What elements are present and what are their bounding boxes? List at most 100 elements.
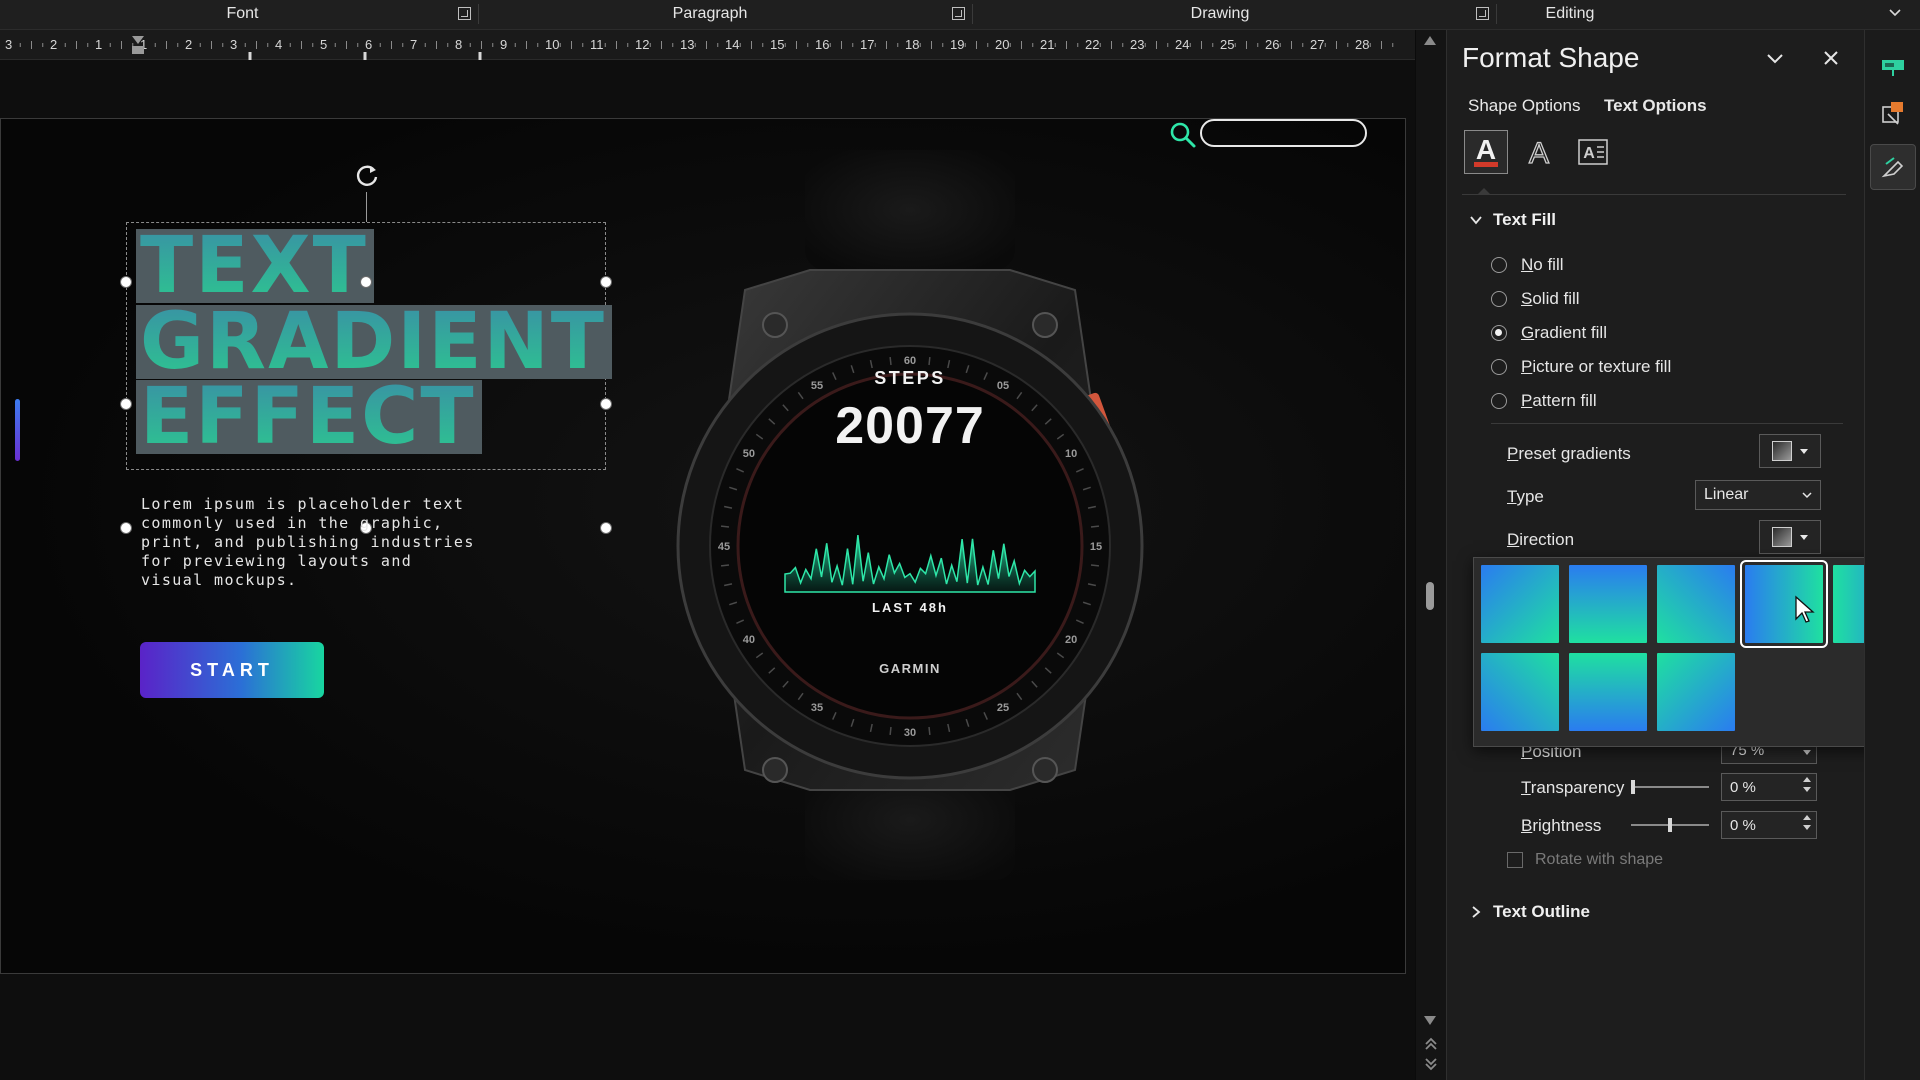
collapse-ribbon-chevron-icon[interactable]	[1888, 6, 1902, 20]
radio-picture-texture-fill[interactable]: Picture or texture fill	[1491, 357, 1671, 377]
ruler-label: 18	[905, 37, 919, 52]
rotate-handle-icon[interactable]	[352, 160, 382, 190]
ruler-label: 17	[860, 37, 874, 52]
bezel-number: 20	[1065, 634, 1077, 646]
pane-options-chevron-icon[interactable]	[1765, 52, 1785, 66]
format-shape-pane: Format Shape Shape Options Text Options …	[1446, 30, 1864, 1080]
svg-text:A: A	[1529, 137, 1549, 169]
drawing-dialog-launcher-icon[interactable]	[1476, 7, 1489, 20]
close-icon[interactable]	[1821, 48, 1841, 68]
gradient-direction-tile[interactable]	[1656, 564, 1736, 644]
text-effects-icon[interactable]: A	[1517, 130, 1561, 174]
watch-band-top	[805, 150, 1015, 270]
textbox-icon[interactable]: A	[1571, 130, 1615, 174]
direction-label: Direction	[1507, 530, 1575, 549]
canvas-vertical-scrollbar[interactable]	[1416, 30, 1446, 1080]
radio-button[interactable]	[1491, 359, 1507, 375]
resize-handle-top-left[interactable]	[120, 276, 132, 288]
transparency-slider[interactable]	[1631, 786, 1709, 788]
brightness-input[interactable]: 0 %	[1721, 811, 1817, 839]
bezel-number: 40	[743, 634, 755, 646]
tab-text-options[interactable]: Text Options	[1604, 96, 1707, 116]
design-ideas-icon[interactable]	[1870, 44, 1916, 90]
spinner-arrows-icon[interactable]	[1803, 777, 1811, 792]
headline-line-1[interactable]: TEXT	[136, 227, 374, 305]
gradient-direction-tile[interactable]	[1568, 652, 1648, 732]
resize-handle-top-right[interactable]	[600, 276, 612, 288]
radio-button[interactable]	[1491, 393, 1507, 409]
pane-title: Format Shape	[1462, 42, 1640, 73]
headline-line-3[interactable]: EFFECT	[136, 378, 482, 456]
resize-handle-bottom-left[interactable]	[120, 522, 132, 534]
search-input[interactable]	[1200, 119, 1367, 147]
ruler-label: 7	[410, 37, 417, 52]
radio-solid-fill[interactable]: Solid fill	[1491, 289, 1580, 309]
ruler-ticks: 3 2 1 1 2 3 4 5 6 7 8 9 10 11 12 13 14 15 16 17 18 19 20 21 22 23…	[5, 36, 1394, 60]
resize-handle-bottom-right[interactable]	[600, 522, 612, 534]
radio-button[interactable]	[1491, 291, 1507, 307]
next-slide-icon[interactable]	[1423, 1056, 1439, 1072]
gradient-direction-tile[interactable]	[1568, 564, 1648, 644]
ruler-label: 25	[1220, 37, 1234, 52]
horizontal-ruler[interactable]: 3 2 1 1 2 3 4 5 6 7 8 9 10 11 12 13 14 15 16 17 18 19 20 21 22 23…	[0, 30, 1415, 60]
transparency-slider-thumb[interactable]	[1631, 780, 1635, 794]
scroll-down-arrow-icon[interactable]	[1424, 1016, 1436, 1025]
radio-pattern-fill[interactable]: Pattern fill	[1491, 391, 1597, 411]
ruler-label: 28	[1355, 37, 1369, 52]
ruler-label: 22	[1085, 37, 1099, 52]
text-outline-section-header[interactable]: Text Outline	[1469, 902, 1590, 922]
ruler-label: 27	[1310, 37, 1324, 52]
radio-button-selected[interactable]	[1491, 325, 1507, 341]
resize-handle-right[interactable]	[600, 398, 612, 410]
ruler-label: 26	[1265, 37, 1279, 52]
scroll-up-arrow-icon[interactable]	[1424, 36, 1436, 45]
watch-period-label: LAST 48h	[872, 600, 948, 615]
scrollbar-thumb[interactable]	[1426, 582, 1434, 610]
font-dialog-launcher-icon[interactable]	[458, 7, 471, 20]
svg-text:A: A	[1583, 145, 1595, 162]
format-picture-icon[interactable]	[1870, 90, 1916, 136]
bezel-tick	[889, 356, 892, 366]
rotate-with-shape-checkbox[interactable]: Rotate with shape	[1507, 851, 1663, 869]
body-paragraph[interactable]: Lorem ipsum is placeholder text commonly…	[141, 495, 481, 590]
direction-dropdown[interactable]	[1759, 520, 1821, 554]
gradient-direction-tile[interactable]	[1480, 652, 1560, 732]
resize-handle-left[interactable]	[120, 398, 132, 410]
radio-button[interactable]	[1491, 257, 1507, 273]
preset-gradients-dropdown[interactable]	[1759, 434, 1821, 468]
spinner-arrows-icon[interactable]	[1803, 815, 1811, 830]
search-icon[interactable]	[1168, 120, 1198, 150]
radio-gradient-fill[interactable]: Gradient fill	[1491, 323, 1607, 343]
text-fill-outline-icon[interactable]: A	[1464, 130, 1508, 174]
ruler-label: 9	[500, 37, 507, 52]
transparency-input[interactable]: 0 %	[1721, 773, 1817, 801]
chevron-down-icon	[1802, 492, 1812, 499]
ruler-label: 8	[455, 37, 462, 52]
checkbox[interactable]	[1507, 852, 1523, 868]
gradient-direction-tile[interactable]	[1480, 564, 1560, 644]
bezel-tick	[1090, 564, 1100, 567]
smartwatch-illustration[interactable]: 600510152025303540455055	[650, 150, 1170, 880]
ribbon-group-editing-label: Editing	[1545, 5, 1595, 22]
ribbon-separator	[1496, 4, 1497, 24]
gradient-direction-tile[interactable]	[1656, 652, 1736, 732]
tab-shape-options[interactable]: Shape Options	[1468, 96, 1580, 116]
start-button[interactable]: START	[140, 642, 324, 698]
headline-line-2[interactable]: GRADIENT	[136, 303, 612, 381]
gradient-type-select[interactable]: Linear	[1695, 480, 1821, 510]
ruler-label: 6	[365, 37, 372, 52]
bezel-number: 10	[1065, 448, 1077, 460]
text-fill-section-header[interactable]: Text Fill	[1469, 210, 1556, 230]
paragraph-dialog-launcher-icon[interactable]	[952, 7, 965, 20]
format-shape-pane-toggle-icon[interactable]	[1870, 144, 1916, 190]
right-icon-rail	[1864, 30, 1920, 1080]
ruler-label: 24	[1175, 37, 1189, 52]
resize-handle-top[interactable]	[360, 276, 372, 288]
gradient-direction-gallery	[1473, 557, 1918, 747]
ruler-label: 15	[770, 37, 784, 52]
radio-no-fill[interactable]: No fill	[1491, 255, 1564, 275]
bezel-tick	[928, 726, 931, 736]
brightness-slider-thumb[interactable]	[1668, 818, 1672, 832]
bezel-tick	[928, 356, 931, 366]
previous-slide-icon[interactable]	[1423, 1036, 1439, 1052]
